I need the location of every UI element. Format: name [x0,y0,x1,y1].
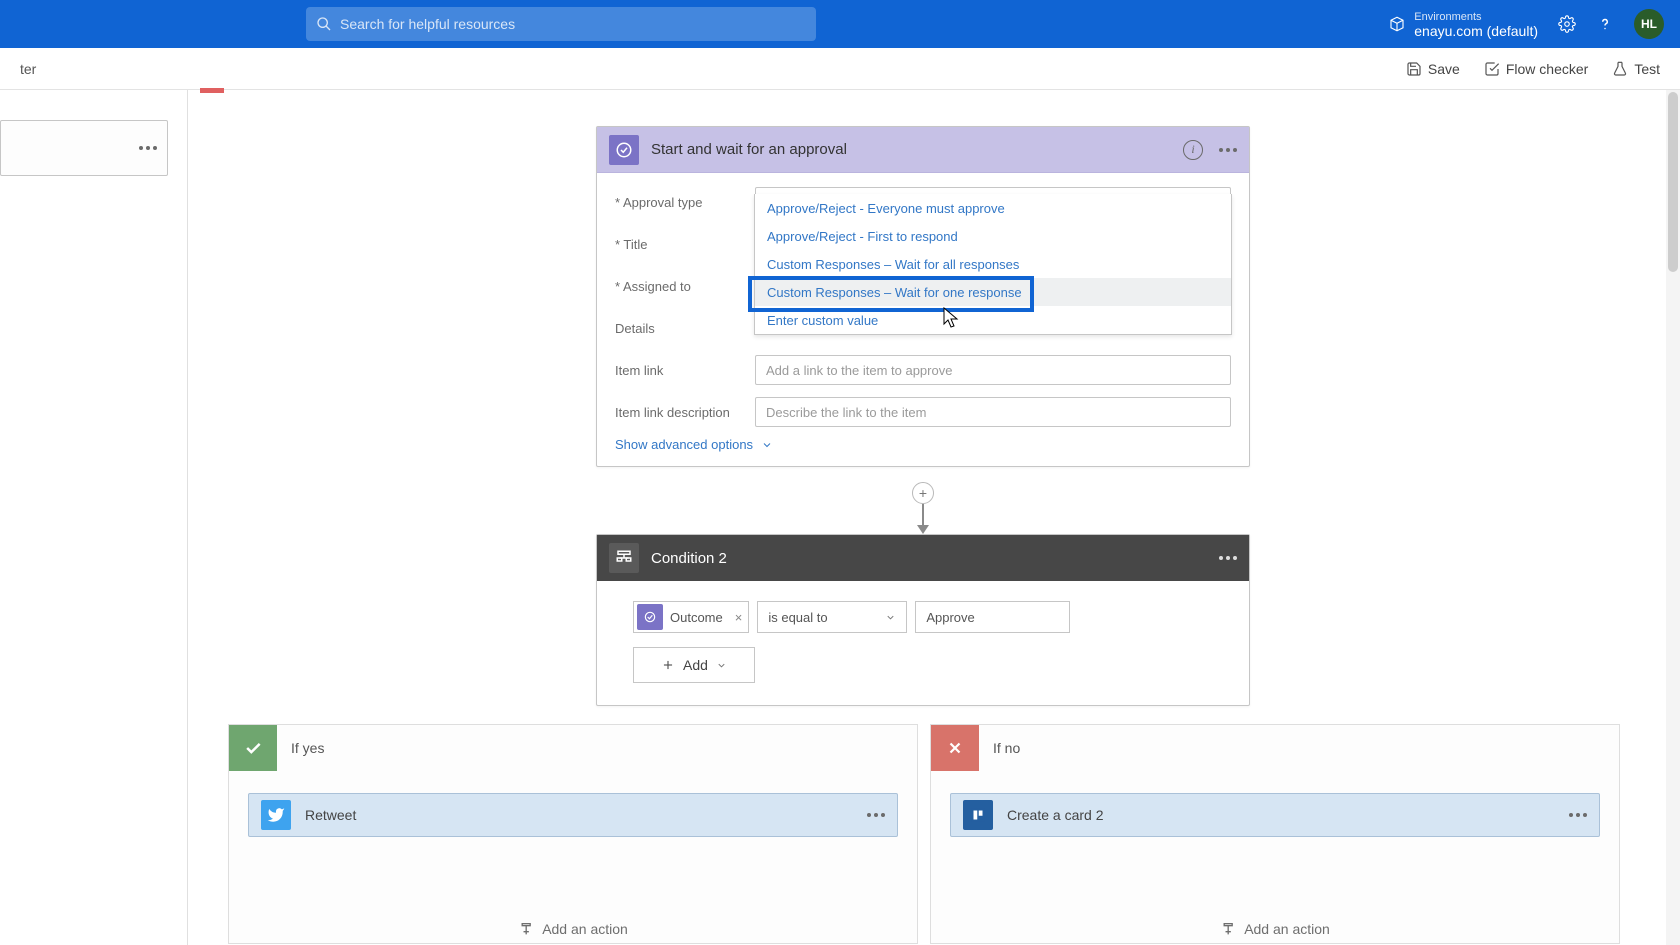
app-bar: Environments enayu.com (default) HL [0,0,1680,48]
check-icon [229,725,277,771]
approval-type-dropdown[interactable]: Approve/Reject - Everyone must approve A… [754,194,1232,335]
close-icon [931,725,979,771]
approval-icon [609,135,639,165]
gear-icon[interactable] [1558,15,1576,33]
checker-icon [1484,61,1500,77]
scrollbar-thumb[interactable] [1668,92,1678,272]
show-advanced-options[interactable]: Show advanced options [615,437,1231,452]
label-item-link: Item link [615,363,755,378]
chevron-down-icon [885,612,896,623]
vertical-scrollbar[interactable] [1666,90,1680,945]
more-icon[interactable] [1219,556,1237,560]
canvas-divider [187,90,188,945]
label-item-link-desc: Item link description [615,405,755,420]
label-title: * Title [615,237,755,252]
condition-icon [609,543,639,573]
create-card-label: Create a card 2 [1007,807,1104,823]
environment-icon [1388,15,1406,33]
test-label: Test [1634,61,1660,77]
add-label: Add [683,657,708,673]
operator-value: is equal to [768,610,827,625]
test-button[interactable]: Test [1612,61,1660,77]
environment-value: enayu.com (default) [1414,24,1538,38]
retweet-label: Retweet [305,807,356,823]
add-step-button[interactable]: + [912,482,934,504]
condition-left-operand[interactable]: Outcome × [633,601,749,633]
condition-card[interactable]: Condition 2 Outcome × is equal to [596,534,1250,706]
dynamic-content-icon [637,604,663,630]
item-link-desc-input[interactable]: Describe the link to the item [755,397,1231,427]
info-icon[interactable]: i [1183,140,1203,160]
add-action-button[interactable]: Add an action [1220,921,1330,937]
search-input[interactable] [340,16,806,32]
flow-canvas[interactable]: Start and wait for an approval i * Appro… [0,90,1680,945]
search-icon [316,16,332,32]
flow-connector[interactable]: + [922,486,924,534]
dropdown-option[interactable]: Enter custom value [755,306,1231,334]
condition-card-title: Condition 2 [651,550,727,567]
stray-card[interactable] [0,120,168,176]
flow-checker-button[interactable]: Flow checker [1484,61,1588,77]
if-no-title: If no [993,740,1020,756]
if-yes-title: If yes [291,740,324,756]
if-no-branch[interactable]: If no Create a card 2 Add an action [930,724,1620,944]
twitter-icon [261,800,291,830]
add-action-label: Add an action [1244,921,1330,937]
add-action-label: Add an action [542,921,628,937]
more-icon[interactable] [867,813,885,817]
dropdown-option[interactable]: Custom Responses – Wait for one response [755,278,1231,306]
item-link-desc-placeholder: Describe the link to the item [766,405,926,420]
condition-operator-select[interactable]: is equal to [757,601,907,633]
avatar-initials: HL [1641,17,1657,31]
save-button[interactable]: Save [1406,61,1460,77]
add-action-icon [1220,921,1236,937]
command-bar: ter Save Flow checker Test [0,48,1680,90]
environment-label: Environments [1414,10,1538,24]
approval-card-title: Start and wait for an approval [651,141,847,158]
add-condition-button[interactable]: Add [633,647,755,683]
add-action-icon [518,921,534,937]
save-icon [1406,61,1422,77]
retweet-action-card[interactable]: Retweet [248,793,898,837]
trello-icon [963,800,993,830]
error-indicator [200,88,224,93]
condition-value-text: Approve [926,610,974,625]
cmdbar-stub-text: ter [20,61,36,77]
condition-value-input[interactable]: Approve [915,601,1070,633]
test-icon [1612,61,1628,77]
add-action-button[interactable]: Add an action [518,921,628,937]
plus-icon [661,658,675,672]
environment-picker[interactable]: Environments enayu.com (default) [1388,10,1538,38]
item-link-placeholder: Add a link to the item to approve [766,363,952,378]
label-approval-type: * Approval type [615,195,755,210]
arrow-down-icon [917,525,929,534]
dropdown-option[interactable]: Approve/Reject - Everyone must approve [755,194,1231,222]
global-search[interactable] [306,7,816,41]
more-icon[interactable] [1569,813,1587,817]
item-link-input[interactable]: Add a link to the item to approve [755,355,1231,385]
checker-label: Flow checker [1506,61,1588,77]
more-icon[interactable] [1219,148,1237,152]
remove-token-button[interactable]: × [729,610,749,625]
avatar[interactable]: HL [1634,9,1664,39]
label-details: Details [615,321,755,336]
approval-card-header[interactable]: Start and wait for an approval i [597,127,1249,173]
label-assigned-to: * Assigned to [615,279,755,294]
token-label: Outcome [666,610,729,625]
chevron-down-icon [716,660,727,671]
advanced-label: Show advanced options [615,437,753,452]
dropdown-option[interactable]: Custom Responses – Wait for all response… [755,250,1231,278]
more-icon[interactable] [139,146,157,150]
if-yes-branch[interactable]: If yes Retweet Add an action [228,724,918,944]
save-label: Save [1428,61,1460,77]
condition-card-header[interactable]: Condition 2 [597,535,1249,581]
chevron-down-icon [761,439,773,451]
dropdown-option[interactable]: Approve/Reject - First to respond [755,222,1231,250]
create-card-action-card[interactable]: Create a card 2 [950,793,1600,837]
help-icon[interactable] [1596,15,1614,33]
